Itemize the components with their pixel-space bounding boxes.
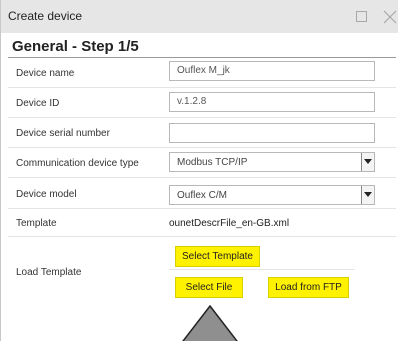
template-row: Template ounetDescrFile_en-GB.xml — [8, 209, 396, 237]
step-title: General - Step 1/5 — [12, 38, 139, 55]
select-template-button[interactable]: Select Template — [175, 246, 260, 267]
triangle-down-icon[interactable] — [361, 186, 374, 204]
create-device-dialog: Create device General - Step 1/5 Device … — [0, 0, 398, 341]
device-name-label: Device name — [16, 68, 75, 79]
device-model-value: Ouflex C/M — [177, 190, 228, 201]
button-divider — [169, 269, 355, 270]
title-bar[interactable]: Create device — [1, 0, 398, 33]
template-label: Template — [16, 218, 57, 229]
device-model-label: Device model — [16, 189, 77, 200]
triangle-pointer-icon — [182, 305, 238, 341]
triangle-down-icon[interactable] — [361, 153, 374, 171]
serial-number-row: Device serial number — [8, 118, 396, 148]
serial-number-input[interactable] — [169, 123, 375, 143]
serial-number-label: Device serial number — [16, 128, 110, 139]
device-id-row: Device ID v.1.2.8 — [8, 88, 396, 118]
step-header: General - Step 1/5 — [8, 33, 396, 58]
device-name-input[interactable]: Ouflex M_jk — [169, 61, 375, 81]
comm-type-row: Communication device type Modbus TCP/IP — [8, 148, 396, 178]
comm-type-label: Communication device type — [16, 158, 139, 169]
device-model-row: Device model Ouflex C/M — [8, 178, 396, 209]
device-name-row: Device name Ouflex M_jk — [8, 58, 396, 88]
comm-type-value: Modbus TCP/IP — [177, 157, 248, 168]
template-file-name: ounetDescrFile_en-GB.xml — [169, 218, 290, 229]
load-template-label: Load Template — [16, 267, 82, 278]
select-file-button[interactable]: Select File — [175, 277, 243, 298]
load-from-ftp-button[interactable]: Load from FTP — [268, 277, 349, 298]
device-id-input[interactable]: v.1.2.8 — [169, 92, 375, 112]
device-model-select[interactable]: Ouflex C/M — [169, 185, 375, 205]
close-icon[interactable] — [382, 9, 398, 25]
comm-type-select[interactable]: Modbus TCP/IP — [169, 152, 375, 172]
device-id-label: Device ID — [16, 98, 60, 109]
window-title: Create device — [8, 9, 83, 23]
maximize-icon[interactable] — [356, 11, 367, 22]
